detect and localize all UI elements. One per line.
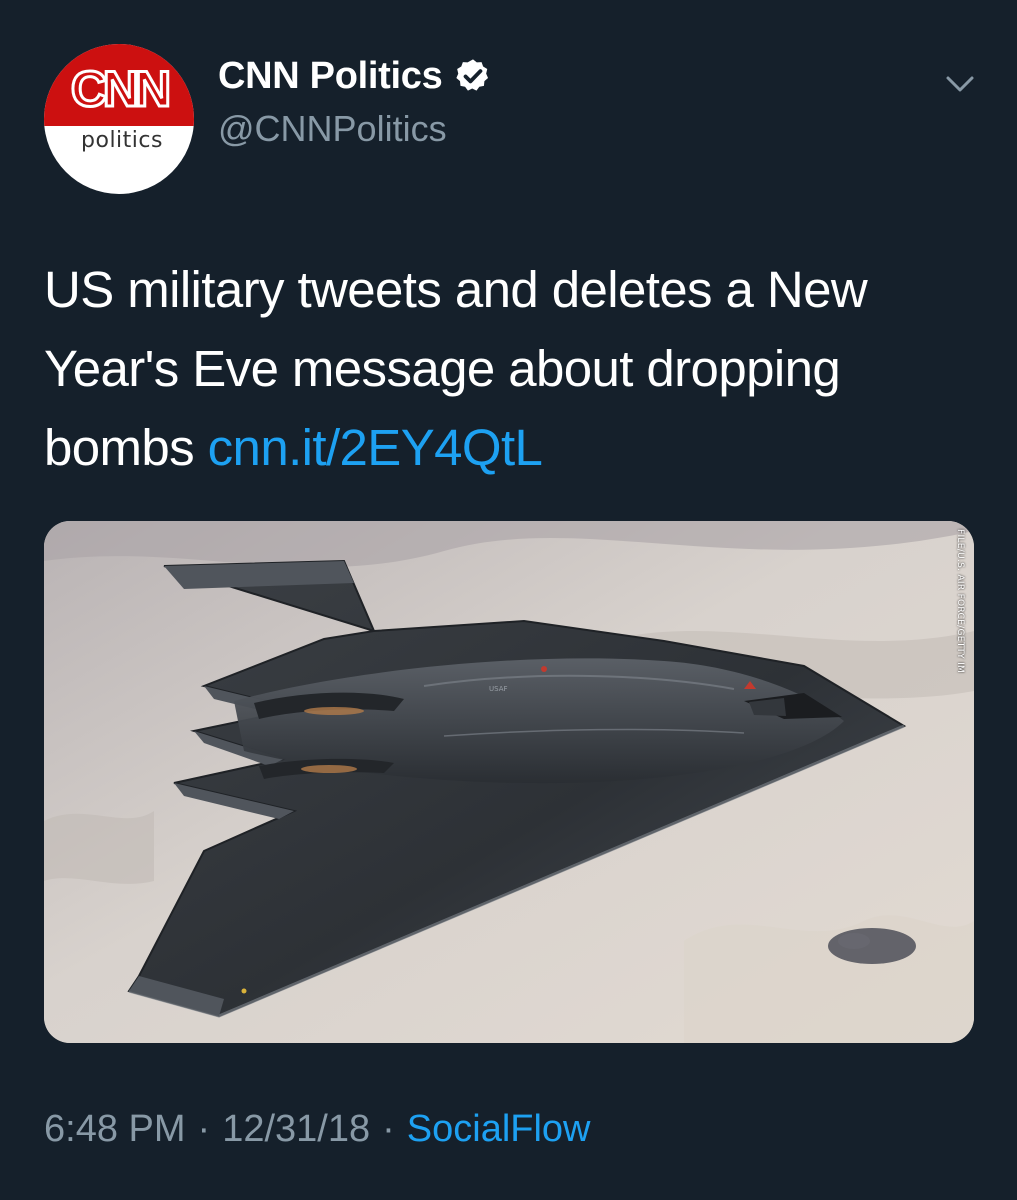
display-name[interactable]: CNN Politics: [218, 55, 443, 98]
cnn-logo-icon: CNN: [69, 60, 173, 119]
tweet-container: CNN politics CNN Politics @CNNPolitics U…: [0, 0, 1017, 1200]
author-name-row[interactable]: CNN Politics: [218, 52, 492, 100]
tweet-source-link[interactable]: SocialFlow: [407, 1108, 591, 1150]
tweet-meta: 6:48 PM · 12/31/18 · SocialFlow: [44, 1108, 591, 1151]
photo-credit: FILE/U.S. AIR FORCE/GETTY IM: [955, 529, 965, 674]
verified-badge-icon: [456, 59, 489, 91]
b2-stealth-bomber-photo: USAF: [44, 521, 974, 1043]
tweet-media-image[interactable]: USAF FILE/U.S. AIR FORCE/GETTY IM: [44, 521, 974, 1043]
avatar[interactable]: CNN politics: [44, 44, 194, 194]
tweet-body: US military tweets and deletes a New Yea…: [44, 250, 974, 487]
meta-separator: ·: [197, 1108, 211, 1150]
chevron-down-icon[interactable]: [942, 70, 978, 98]
author-handle[interactable]: @CNNPolitics: [218, 108, 447, 150]
tweet-date[interactable]: 12/31/18: [222, 1108, 370, 1150]
tweet-link[interactable]: cnn.it/2EY4QtL: [208, 419, 543, 476]
svg-text:USAF: USAF: [489, 685, 508, 693]
meta-separator-2: ·: [382, 1108, 395, 1150]
tweet-time[interactable]: 6:48 PM: [44, 1108, 186, 1150]
avatar-subtitle: politics: [81, 128, 163, 153]
svg-text:CNN: CNN: [71, 61, 168, 117]
